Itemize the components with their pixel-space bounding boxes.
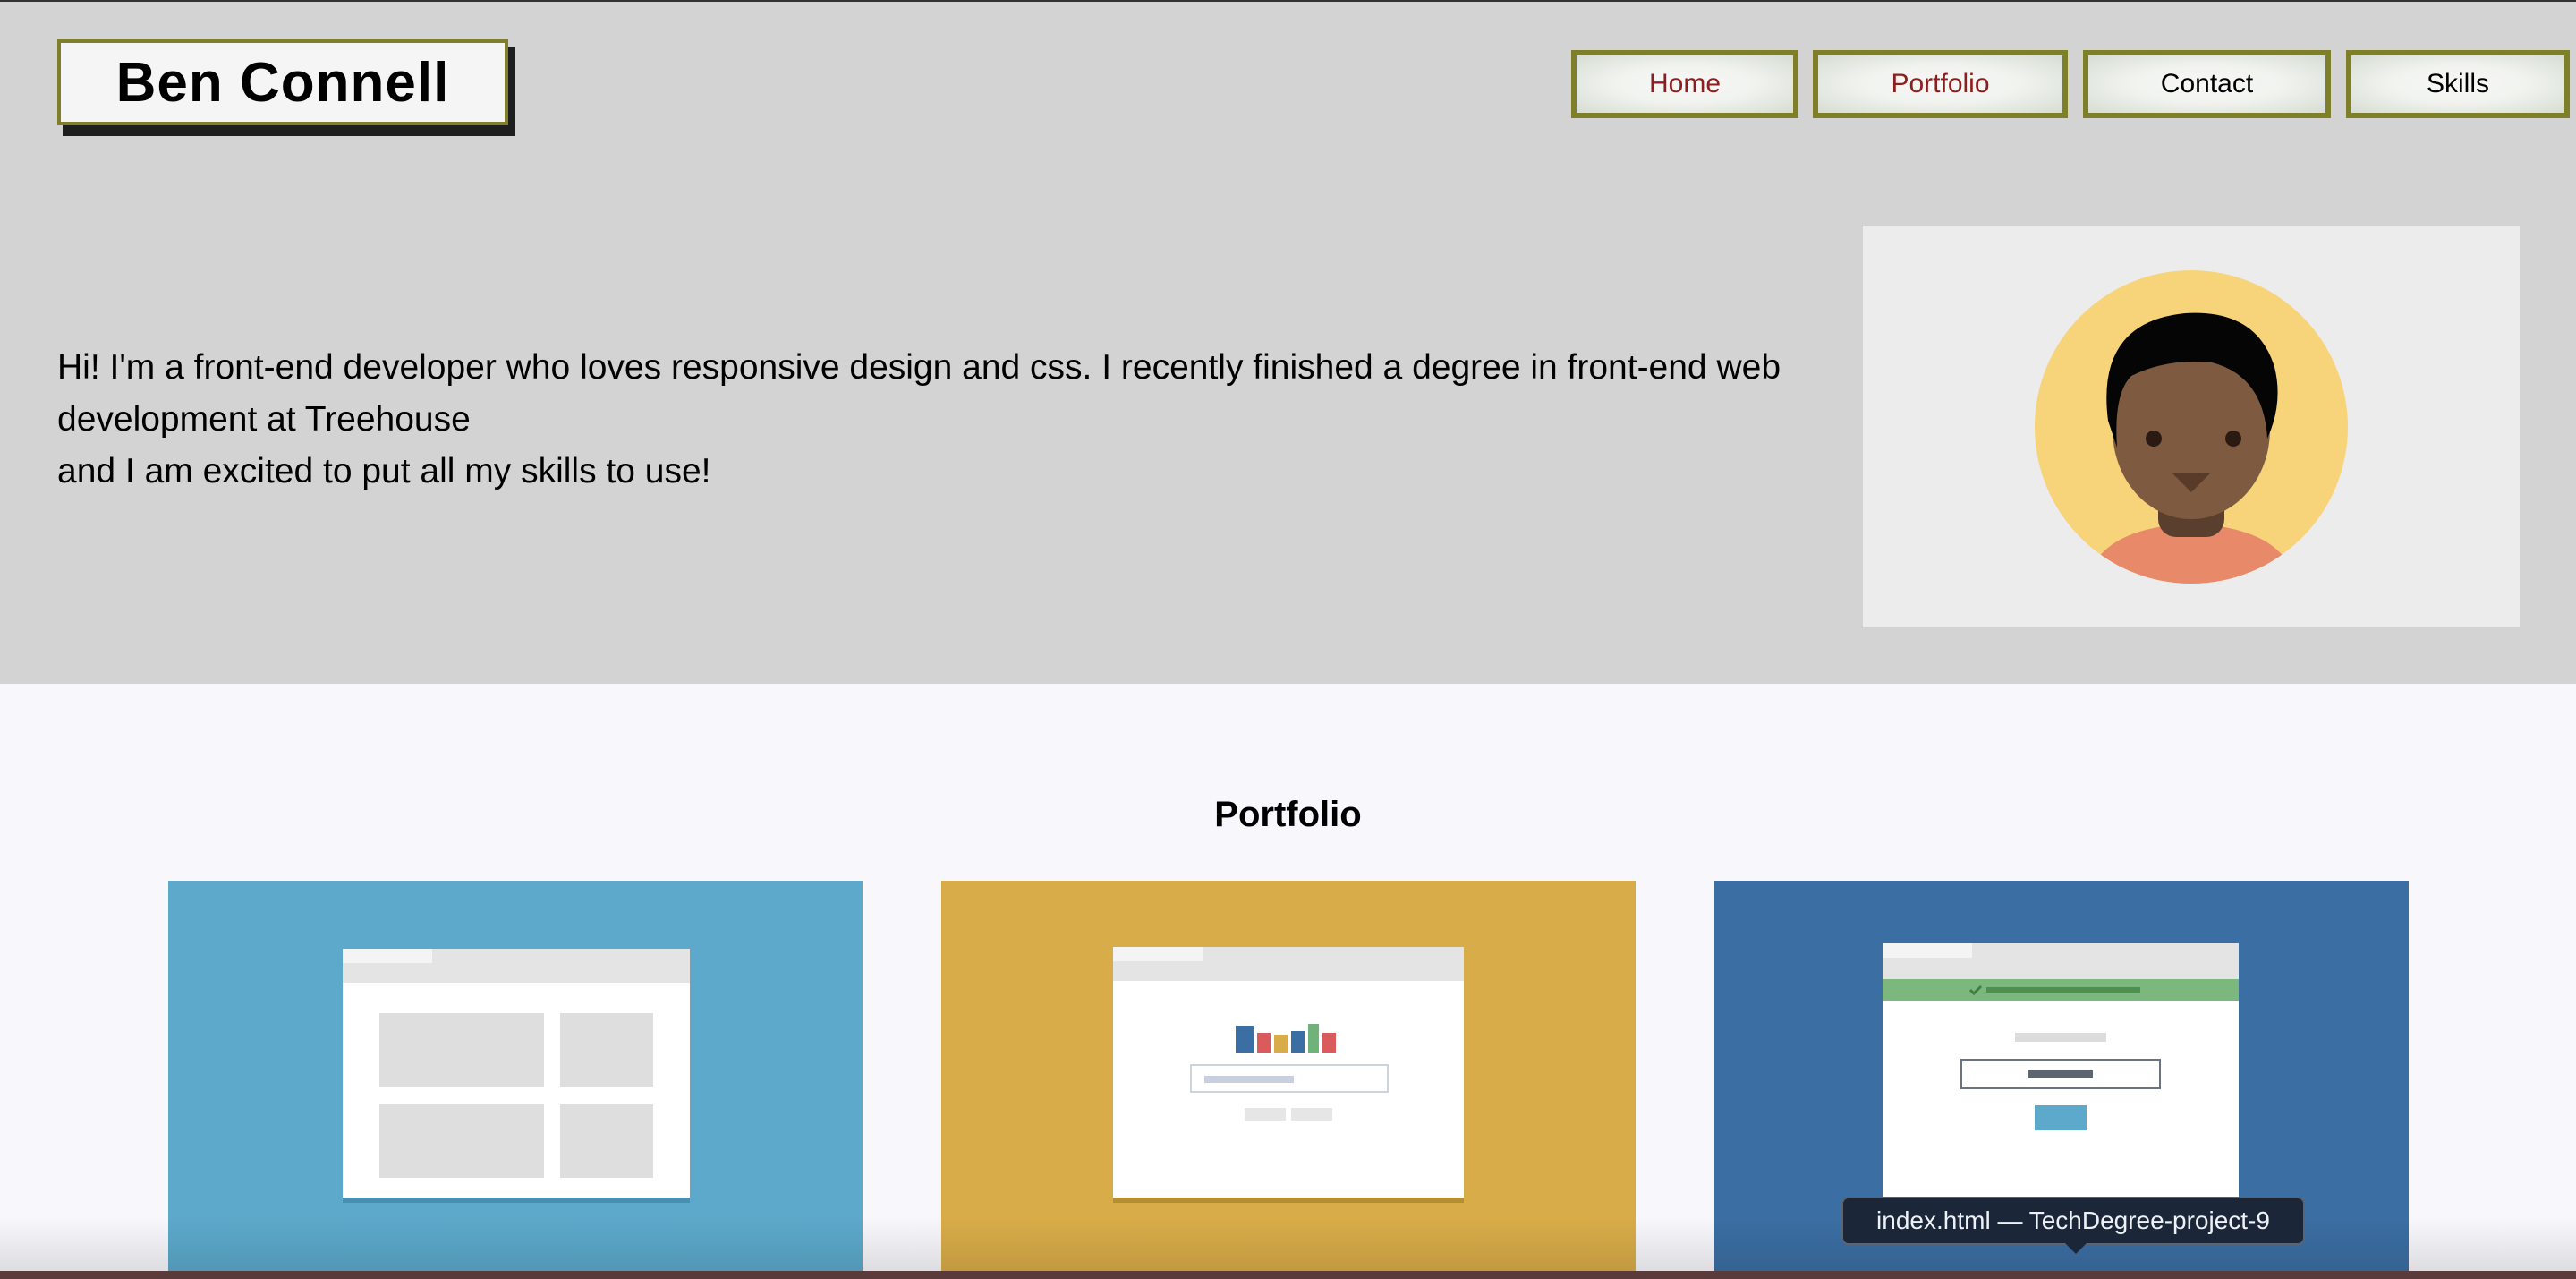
person-avatar-icon xyxy=(2035,270,2348,584)
nav-skills-button[interactable]: Skills xyxy=(2346,50,2570,118)
portfolio-card-2[interactable] xyxy=(941,881,1636,1279)
nav-home-button[interactable]: Home xyxy=(1571,50,1798,118)
avatar-panel xyxy=(1863,226,2520,627)
layout-grid-icon xyxy=(343,949,690,1203)
bar-chart-form-icon xyxy=(1113,947,1464,1203)
tooltip-arrow xyxy=(2065,1243,2087,1254)
dock-tooltip: index.html — TechDegree-project-9 xyxy=(1841,1197,2305,1245)
portfolio-title: Portfolio xyxy=(1214,795,1362,834)
intro-line-1: Hi! I'm a front-end developer who loves … xyxy=(57,348,1781,439)
portfolio-card-1[interactable] xyxy=(168,881,863,1279)
nav-portfolio-button[interactable]: Portfolio xyxy=(1813,50,2068,118)
window-bottom-border xyxy=(0,1271,2576,1279)
intro-line-2: and I am excited to put all my skills to… xyxy=(57,452,711,490)
site-logo[interactable]: Ben Connell xyxy=(57,39,508,125)
nav-contact-button[interactable]: Contact xyxy=(2083,50,2331,118)
intro-text: Hi! I'm a front-end developer who loves … xyxy=(57,342,1847,498)
